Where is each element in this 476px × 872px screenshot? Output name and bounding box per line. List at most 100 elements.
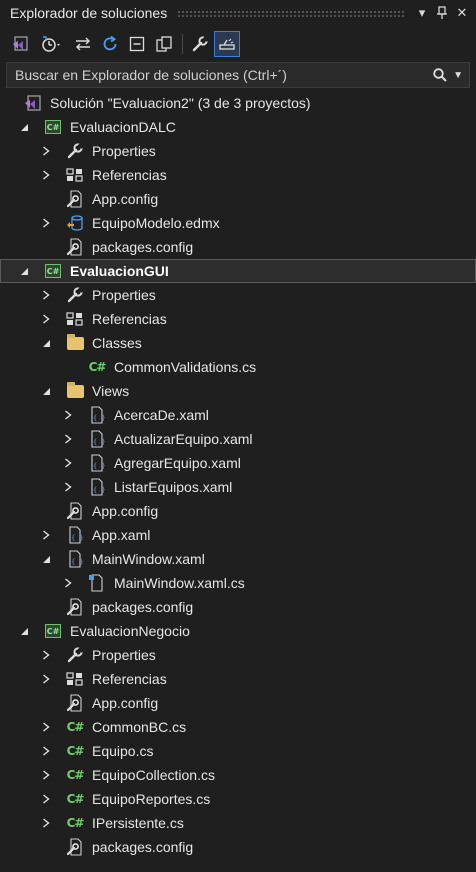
config-file-icon: [66, 190, 84, 208]
svg-text:{ }: { }: [71, 558, 84, 566]
collapsed-chevron-icon[interactable]: [40, 307, 52, 331]
tree-item[interactable]: Referencias: [0, 307, 476, 331]
tree-item[interactable]: Referencias: [0, 163, 476, 187]
tree-item-label: AgregarEquipo.xaml: [114, 455, 241, 471]
svg-text:{ }: { }: [93, 462, 106, 470]
tree-item[interactable]: { } App.xaml: [0, 523, 476, 547]
search-input[interactable]: Buscar en Explorador de soluciones (Ctrl…: [15, 67, 432, 83]
folder-open-icon: [66, 381, 84, 400]
xaml-file-icon: { }: [88, 478, 106, 496]
expanded-chevron-icon[interactable]: [40, 331, 52, 355]
tree-item[interactable]: App.config: [0, 691, 476, 715]
vs-solution-switch-icon[interactable]: [8, 31, 34, 57]
folder-open-icon: [66, 333, 84, 352]
tree-item[interactable]: { } MainWindow.xaml: [0, 547, 476, 571]
tree-item[interactable]: Properties: [0, 283, 476, 307]
collapsed-chevron-icon[interactable]: [62, 403, 74, 427]
show-all-files-icon[interactable]: [151, 31, 177, 57]
collapse-all-icon[interactable]: [124, 31, 150, 57]
collapsed-chevron-icon[interactable]: [40, 283, 52, 307]
expanded-chevron-icon[interactable]: [18, 115, 30, 139]
collapsed-chevron-icon[interactable]: [62, 475, 74, 499]
refresh-icon[interactable]: [97, 31, 123, 57]
search-options[interactable]: ▼: [432, 67, 463, 83]
tree-item-label: packages.config: [92, 839, 194, 855]
code-behind-icon: [88, 574, 106, 592]
collapsed-chevron-icon[interactable]: [40, 787, 52, 811]
tree-item[interactable]: packages.config: [0, 835, 476, 859]
expanded-chevron-icon[interactable]: [40, 379, 52, 403]
tree-item[interactable]: C# CommonValidations.cs: [0, 355, 476, 379]
drag-grip[interactable]: [177, 9, 406, 17]
xaml-file-icon: { }: [88, 406, 106, 424]
config-file-icon: [66, 838, 84, 856]
search-box[interactable]: Buscar en Explorador de soluciones (Ctrl…: [6, 62, 470, 88]
collapsed-chevron-icon[interactable]: [40, 139, 52, 163]
sync-icon[interactable]: [70, 31, 96, 57]
collapsed-chevron-icon[interactable]: [40, 523, 52, 547]
tree-item[interactable]: Properties: [0, 643, 476, 667]
tree-item[interactable]: { } AcercaDe.xaml: [0, 403, 476, 427]
xaml-file-icon: { }: [66, 526, 84, 544]
tree-item-label: CommonValidations.cs: [114, 359, 257, 375]
collapsed-chevron-icon[interactable]: [40, 643, 52, 667]
expanded-chevron-icon[interactable]: [18, 619, 30, 643]
tree-item-label: Solución "Evaluacion2" (3 de 3 proyectos…: [50, 95, 311, 111]
tree-item[interactable]: C# Equipo.cs: [0, 739, 476, 763]
collapsed-chevron-icon[interactable]: [40, 715, 52, 739]
solution-node[interactable]: Solución "Evaluacion2" (3 de 3 proyectos…: [0, 91, 476, 115]
history-icon[interactable]: [35, 31, 69, 57]
collapsed-chevron-icon[interactable]: [62, 451, 74, 475]
tree-item[interactable]: { } AgregarEquipo.xaml: [0, 451, 476, 475]
panel-title-bar: Explorador de soluciones ▾ ✕: [0, 0, 476, 26]
tree-item-label: AcercaDe.xaml: [114, 407, 209, 423]
tree-item[interactable]: { } ActualizarEquipo.xaml: [0, 427, 476, 451]
tree-item[interactable]: Views: [0, 379, 476, 403]
tree-item[interactable]: Classes: [0, 331, 476, 355]
expanded-chevron-icon[interactable]: [18, 259, 30, 283]
xaml-file-icon: { }: [88, 454, 106, 472]
references-icon: [66, 670, 84, 688]
tree-item[interactable]: C# IPersistente.cs: [0, 811, 476, 835]
preview-selected-icon[interactable]: [214, 31, 240, 57]
search-dropdown-icon[interactable]: ▼: [453, 70, 463, 81]
tree-item[interactable]: C# EquipoCollection.cs: [0, 763, 476, 787]
csharp-project-icon: C#: [44, 262, 62, 280]
tree-item[interactable]: C# EquipoReportes.cs: [0, 787, 476, 811]
tree-item[interactable]: MainWindow.xaml.cs: [0, 571, 476, 595]
panel-title: Explorador de soluciones: [10, 5, 168, 21]
config-file-icon: [66, 502, 84, 520]
collapsed-chevron-icon[interactable]: [62, 427, 74, 451]
tree-item[interactable]: packages.config: [0, 595, 476, 619]
pin-icon[interactable]: [432, 3, 452, 23]
collapsed-chevron-icon[interactable]: [40, 667, 52, 691]
search-icon[interactable]: [432, 67, 448, 83]
tree-item[interactable]: C# CommonBC.cs: [0, 715, 476, 739]
tree-item-label: IPersistente.cs: [92, 815, 184, 831]
project-node[interactable]: C# EvaluacionDALC: [0, 115, 476, 139]
project-node[interactable]: C# EvaluacionNegocio: [0, 619, 476, 643]
expanded-chevron-icon[interactable]: [40, 547, 52, 571]
tree-item[interactable]: App.config: [0, 187, 476, 211]
project-node[interactable]: C# EvaluacionGUI: [0, 259, 476, 283]
tree-item[interactable]: EquipoModelo.edmx: [0, 211, 476, 235]
tree-item[interactable]: App.config: [0, 499, 476, 523]
collapsed-chevron-icon[interactable]: [40, 739, 52, 763]
tree-item[interactable]: Properties: [0, 139, 476, 163]
properties-wrench-icon[interactable]: [187, 31, 213, 57]
collapsed-chevron-icon[interactable]: [62, 571, 74, 595]
collapsed-chevron-icon[interactable]: [40, 763, 52, 787]
tree-item-label: packages.config: [92, 239, 194, 255]
tree-item[interactable]: { } ListarEquipos.xaml: [0, 475, 476, 499]
tree-item-label: App.xaml: [92, 527, 151, 543]
tree-item[interactable]: Referencias: [0, 667, 476, 691]
collapsed-chevron-icon[interactable]: [40, 163, 52, 187]
tree-item-label: EquipoModelo.edmx: [92, 215, 220, 231]
close-icon[interactable]: ✕: [452, 3, 472, 23]
tree-item-label: Views: [92, 383, 130, 399]
dropdown-icon[interactable]: ▾: [412, 3, 432, 23]
collapsed-chevron-icon[interactable]: [40, 211, 52, 235]
tree-item-label: EquipoCollection.cs: [92, 767, 215, 783]
tree-item[interactable]: packages.config: [0, 235, 476, 259]
collapsed-chevron-icon[interactable]: [40, 811, 52, 835]
